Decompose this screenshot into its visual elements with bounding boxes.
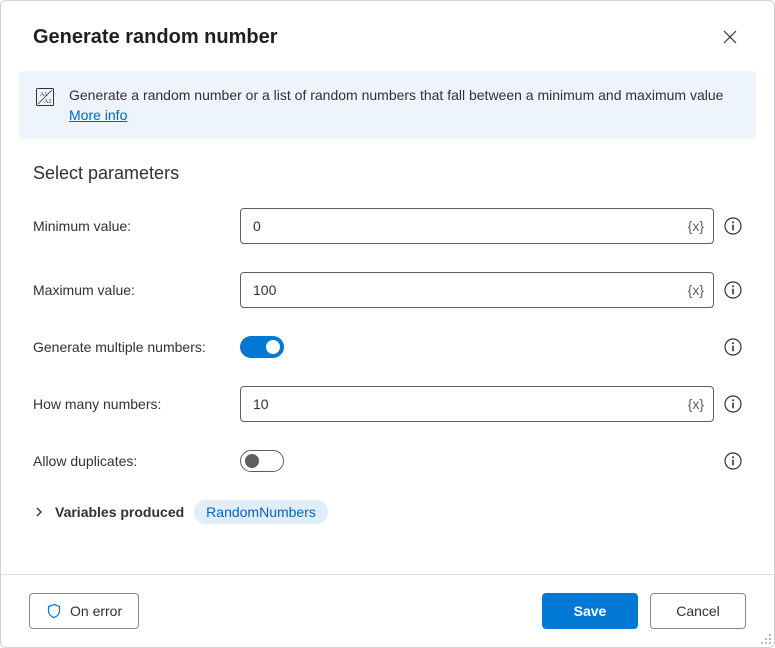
more-info-link[interactable]: More info bbox=[69, 107, 127, 123]
variables-produced-label: Variables produced bbox=[55, 504, 184, 520]
info-icon[interactable] bbox=[724, 217, 742, 235]
dialog-content: Select parameters Minimum value: {x} Max… bbox=[1, 153, 774, 574]
banner-description: Generate a random number or a list of ra… bbox=[69, 87, 723, 103]
variable-picker-icon[interactable]: {x} bbox=[688, 396, 704, 412]
label-minimum: Minimum value: bbox=[33, 218, 228, 234]
info-icon[interactable] bbox=[724, 452, 742, 470]
dialog-title: Generate random number bbox=[33, 26, 278, 49]
section-heading: Select parameters bbox=[33, 163, 742, 184]
variable-pill[interactable]: RandomNumbers bbox=[194, 500, 328, 524]
row-generate-multiple: Generate multiple numbers: bbox=[33, 336, 742, 358]
label-generate-multiple: Generate multiple numbers: bbox=[33, 339, 228, 355]
shield-icon bbox=[46, 603, 62, 619]
on-error-label: On error bbox=[70, 603, 122, 619]
allow-duplicates-toggle[interactable] bbox=[240, 450, 284, 472]
info-icon[interactable] bbox=[724, 395, 742, 413]
chevron-right-icon bbox=[33, 506, 45, 518]
save-button[interactable]: Save bbox=[542, 593, 638, 629]
row-maximum: Maximum value: {x} bbox=[33, 272, 742, 308]
cancel-button[interactable]: Cancel bbox=[650, 593, 746, 629]
resize-grip-icon[interactable] bbox=[758, 631, 772, 645]
toggle-knob bbox=[245, 454, 259, 468]
variable-picker-icon[interactable]: {x} bbox=[688, 218, 704, 234]
info-icon[interactable] bbox=[724, 281, 742, 299]
how-many-input[interactable] bbox=[240, 386, 714, 422]
dialog: Generate random number A1 A2 Generate a … bbox=[0, 0, 775, 648]
svg-text:A2: A2 bbox=[44, 99, 51, 105]
expand-variables-button[interactable] bbox=[33, 506, 45, 518]
minimum-input[interactable] bbox=[240, 208, 714, 244]
info-icon[interactable] bbox=[724, 338, 742, 356]
svg-text:A1: A1 bbox=[40, 92, 47, 98]
footer-actions: Save Cancel bbox=[542, 593, 746, 629]
variable-picker-icon[interactable]: {x} bbox=[688, 282, 704, 298]
row-allow-duplicates: Allow duplicates: bbox=[33, 450, 742, 472]
dialog-footer: On error Save Cancel bbox=[1, 574, 774, 647]
action-icon: A1 A2 bbox=[35, 87, 55, 110]
on-error-button[interactable]: On error bbox=[29, 593, 139, 629]
label-how-many: How many numbers: bbox=[33, 396, 228, 412]
banner-text: Generate a random number or a list of ra… bbox=[69, 85, 740, 125]
dialog-header: Generate random number bbox=[1, 1, 774, 71]
close-icon bbox=[723, 30, 737, 44]
maximum-input[interactable] bbox=[240, 272, 714, 308]
generate-multiple-toggle[interactable] bbox=[240, 336, 284, 358]
row-minimum: Minimum value: {x} bbox=[33, 208, 742, 244]
label-maximum: Maximum value: bbox=[33, 282, 228, 298]
toggle-knob bbox=[266, 340, 280, 354]
close-button[interactable] bbox=[714, 21, 746, 53]
label-allow-duplicates: Allow duplicates: bbox=[33, 453, 228, 469]
row-how-many: How many numbers: {x} bbox=[33, 386, 742, 422]
variables-produced-row: Variables produced RandomNumbers bbox=[33, 500, 742, 524]
info-banner: A1 A2 Generate a random number or a list… bbox=[19, 71, 756, 139]
